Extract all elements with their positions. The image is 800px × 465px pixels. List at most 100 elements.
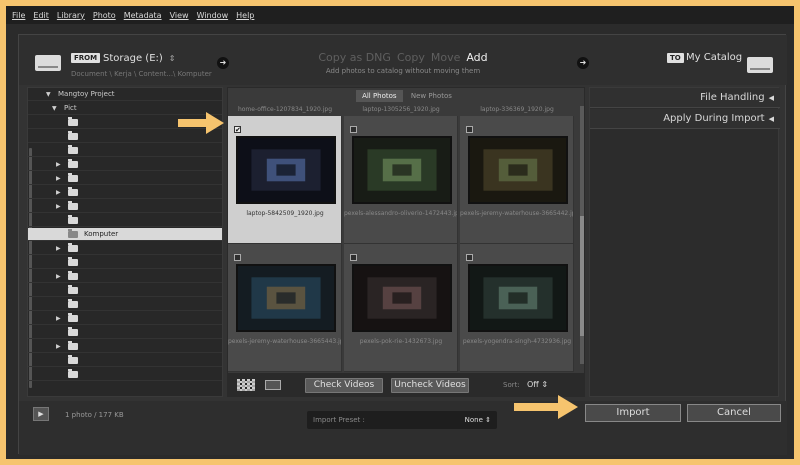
tree-row[interactable] bbox=[28, 298, 222, 311]
folder-icon bbox=[68, 243, 78, 252]
tree-row[interactable]: ▶ bbox=[28, 186, 222, 199]
disclosure-closed-icon[interactable]: ▶ bbox=[56, 245, 61, 252]
grid-scrollbar[interactable] bbox=[580, 106, 584, 364]
apply-during-import-header[interactable]: Apply During Import ◀ bbox=[590, 109, 780, 129]
tab-all-photos[interactable]: All Photos bbox=[356, 90, 403, 102]
disclosure-open-icon[interactable]: ▼ bbox=[46, 91, 51, 98]
tab-new-photos[interactable]: New Photos bbox=[405, 90, 458, 102]
photo-thumbnail[interactable] bbox=[236, 264, 336, 332]
tree-row[interactable] bbox=[28, 284, 222, 297]
menu-item-file[interactable]: File bbox=[12, 11, 25, 20]
photo-cell[interactable]: ✔ laptop-5842509_1920.jpg bbox=[228, 116, 342, 244]
photo-cell[interactable]: pexels-pok-rie-1432673.jpg bbox=[344, 244, 458, 372]
tree-row[interactable]: ▶ bbox=[28, 242, 222, 255]
tree-row[interactable]: ▶ bbox=[28, 200, 222, 213]
destination-name[interactable]: My Catalog bbox=[686, 52, 742, 63]
tree-row[interactable]: ▶ bbox=[28, 158, 222, 171]
tree-row[interactable] bbox=[28, 214, 222, 227]
tree-row[interactable]: ▶ bbox=[28, 172, 222, 185]
grid-view-icon[interactable] bbox=[237, 379, 255, 391]
tree-row[interactable] bbox=[28, 354, 222, 367]
dest-arrow-icon: ➜ bbox=[577, 57, 589, 69]
folder-icon bbox=[68, 229, 78, 238]
photo-thumbnail[interactable] bbox=[468, 136, 568, 204]
menu-item-photo[interactable]: Photo bbox=[93, 11, 116, 20]
tree-row[interactable] bbox=[28, 256, 222, 269]
photo-cell[interactable]: pexels-alessandro-oliverio-1472443.jpg bbox=[344, 116, 458, 244]
photo-cell[interactable]: pexels-yogendra-singh-4732936.jpg bbox=[460, 244, 574, 372]
folder-icon bbox=[68, 369, 78, 378]
disclosure-closed-icon[interactable]: ▶ bbox=[56, 175, 61, 182]
folder-icon bbox=[68, 159, 78, 168]
sort-selector[interactable]: Off ⇕ bbox=[527, 380, 548, 389]
tree-row[interactable]: ▶ bbox=[28, 312, 222, 325]
folder-icon bbox=[68, 313, 78, 322]
menu-item-edit[interactable]: Edit bbox=[33, 11, 49, 20]
mode-copy[interactable]: Copy bbox=[397, 51, 425, 64]
loupe-view-icon[interactable] bbox=[265, 380, 281, 390]
menu-item-help[interactable]: Help bbox=[236, 11, 254, 20]
photo-filename: laptop-5842509_1920.jpg bbox=[246, 210, 324, 217]
photo-thumbnail[interactable] bbox=[352, 264, 452, 332]
mode-copy-as-dng[interactable]: Copy as DNG bbox=[318, 51, 391, 64]
collapse-icon: ◀ bbox=[768, 94, 774, 102]
include-checkbox[interactable] bbox=[350, 254, 357, 261]
check-videos-button[interactable]: Check Videos bbox=[305, 378, 383, 393]
folder-icon bbox=[68, 131, 78, 140]
include-checkbox[interactable] bbox=[234, 254, 241, 261]
photo-filename: pexels-alessandro-oliverio-1472443.jpg bbox=[344, 210, 458, 217]
photo-thumbnail[interactable] bbox=[236, 136, 336, 204]
folder-icon bbox=[68, 173, 78, 182]
disclosure-closed-icon[interactable]: ▶ bbox=[56, 315, 61, 322]
import-button[interactable]: Import bbox=[585, 404, 681, 422]
uncheck-videos-button[interactable]: Uncheck Videos bbox=[391, 378, 469, 393]
photo-cell[interactable]: pexels-jeremy-waterhouse-3665442.jpg bbox=[460, 116, 574, 244]
lightroom-window: File Edit Library Photo Metadata View Window He… bbox=[6, 6, 794, 459]
tree-row[interactable]: Komputer bbox=[28, 228, 222, 241]
tree-row[interactable]: ▶ bbox=[28, 340, 222, 353]
annotation-arrow-checkbox bbox=[178, 112, 224, 134]
photo-filename: pexels-pok-rie-1432673.jpg bbox=[359, 338, 443, 345]
tree-label: Komputer bbox=[84, 230, 119, 238]
menu-item-window[interactable]: Window bbox=[197, 11, 229, 20]
mode-move[interactable]: Move bbox=[431, 51, 461, 64]
folder-icon bbox=[68, 257, 78, 266]
grid-scroll-thumb[interactable] bbox=[580, 216, 584, 336]
file-handling-header[interactable]: File Handling ◀ bbox=[590, 88, 780, 108]
include-checkbox[interactable] bbox=[466, 126, 473, 133]
import-preset-selector[interactable]: Import Preset : None ⇕ bbox=[307, 411, 497, 429]
photo-filename: pexels-yogendra-singh-4732936.jpg bbox=[462, 338, 572, 345]
tree-label: Pict bbox=[64, 104, 77, 112]
include-checkbox[interactable]: ✔ bbox=[234, 126, 241, 134]
import-footer: ▶ 1 photo / 177 KB Import Preset : None … bbox=[19, 401, 787, 455]
folder-icon bbox=[68, 285, 78, 294]
selection-count: 1 photo / 177 KB bbox=[65, 411, 124, 419]
disclosure-closed-icon[interactable]: ▶ bbox=[56, 189, 61, 196]
photo-thumbnail[interactable] bbox=[468, 264, 568, 332]
menu-item-metadata[interactable]: Metadata bbox=[124, 11, 162, 20]
mode-description: Add photos to catalog without moving the… bbox=[325, 67, 481, 75]
folder-icon bbox=[68, 299, 78, 308]
disclosure-closed-icon[interactable]: ▶ bbox=[56, 343, 61, 350]
tree-row[interactable]: ▶ bbox=[28, 270, 222, 283]
filename-label: laptop-1305256_1920.jpg bbox=[362, 106, 440, 113]
tree-row[interactable]: ▼ Mangtoy Project bbox=[28, 88, 222, 101]
disclosure-closed-icon[interactable]: ▶ bbox=[56, 203, 61, 210]
disclosure-closed-icon[interactable]: ▶ bbox=[56, 273, 61, 280]
preset-value: None ⇕ bbox=[464, 416, 491, 424]
tree-row[interactable] bbox=[28, 326, 222, 339]
disclosure-open-icon[interactable]: ▼ bbox=[52, 105, 57, 112]
folder-icon bbox=[68, 355, 78, 364]
disclosure-closed-icon[interactable]: ▶ bbox=[56, 161, 61, 168]
tree-row[interactable] bbox=[28, 144, 222, 157]
tree-row[interactable] bbox=[28, 368, 222, 381]
expand-icon[interactable]: ▶ bbox=[33, 407, 49, 421]
include-checkbox[interactable] bbox=[350, 126, 357, 133]
include-checkbox[interactable] bbox=[466, 254, 473, 261]
menu-item-library[interactable]: Library bbox=[57, 11, 85, 20]
mode-add[interactable]: Add bbox=[466, 51, 487, 64]
photo-cell[interactable]: pexels-jeremy-waterhouse-3665443.jpg bbox=[228, 244, 342, 372]
cancel-button[interactable]: Cancel bbox=[687, 404, 781, 422]
menu-item-view[interactable]: View bbox=[170, 11, 189, 20]
photo-thumbnail[interactable] bbox=[352, 136, 452, 204]
